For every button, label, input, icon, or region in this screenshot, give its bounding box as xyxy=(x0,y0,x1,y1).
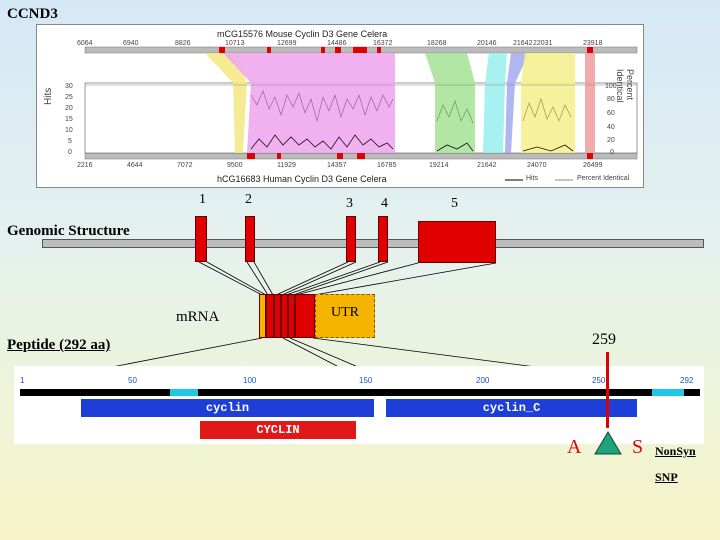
peptide-tick: 200 xyxy=(476,376,490,385)
peptide-tick: 100 xyxy=(243,376,257,385)
peptide-low-complexity-2 xyxy=(652,389,684,396)
snp-position: 259 xyxy=(592,331,616,348)
peptide-tick: 250 xyxy=(592,376,606,385)
mrna-exon-4 xyxy=(288,294,295,338)
connector-lines xyxy=(85,261,637,381)
peptide-low-complexity-1 xyxy=(170,389,198,396)
peptide-label: Peptide (292 aa) xyxy=(7,337,111,353)
snp-ref-aa: A xyxy=(567,436,582,458)
snp-triangle-icon xyxy=(594,431,622,455)
peptide-tick: 1 xyxy=(20,376,25,385)
mrna-label: mRNA xyxy=(176,309,220,325)
snp-marker-line xyxy=(606,352,609,428)
mrna-3-utr: UTR xyxy=(315,294,375,338)
utr-label: UTR xyxy=(331,305,359,320)
domain-cyclin: cyclin xyxy=(81,399,374,417)
peptide-tick: 292 xyxy=(680,376,694,385)
domain-cyclin-smart: CYCLIN xyxy=(200,421,356,439)
mrna-exon-1 xyxy=(266,294,274,338)
mrna-exon-5 xyxy=(295,294,315,338)
snp-type: NonSyn xyxy=(655,444,696,458)
peptide-tick: 50 xyxy=(128,376,137,385)
peptide-backbone xyxy=(20,389,700,396)
peptide-tick: 150 xyxy=(359,376,373,385)
mrna-exon-3 xyxy=(281,294,288,338)
snp-alt-aa: S xyxy=(632,436,644,458)
mrna-exon-2 xyxy=(274,294,281,338)
mrna-5-utr xyxy=(259,294,266,338)
domain-cyclin-c: cyclin_C xyxy=(386,399,637,417)
snp-label: SNP xyxy=(655,470,678,484)
